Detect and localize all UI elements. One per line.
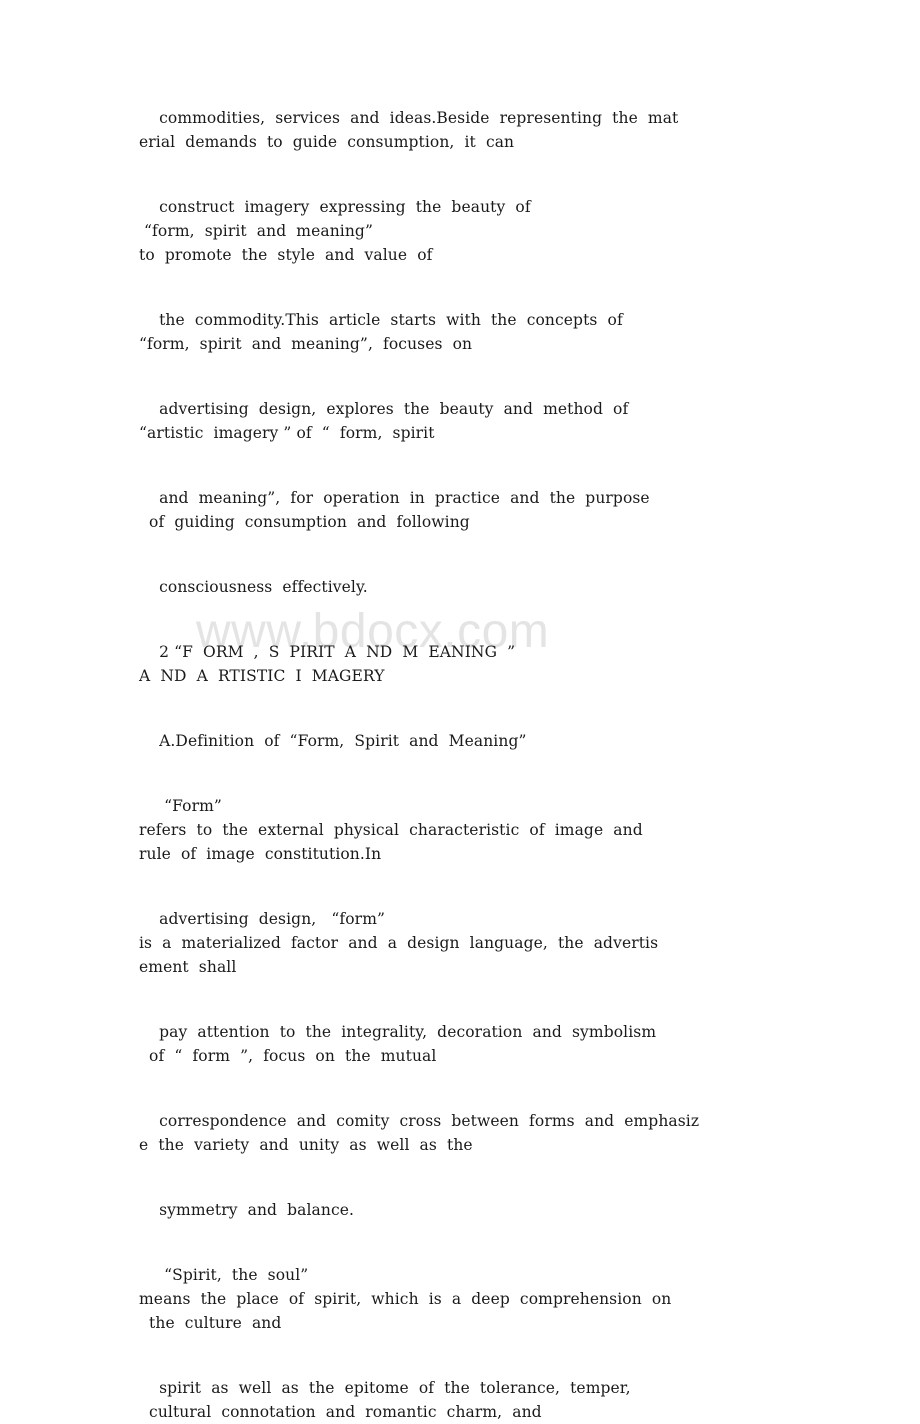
text-line: construct imagery expressing the beauty … <box>139 198 531 216</box>
text-line: the culture and <box>139 1314 282 1332</box>
text-line: of “ form ”, focus on the mutual <box>139 1047 437 1065</box>
text-line: is a materialized factor and a design la… <box>139 934 659 952</box>
text-line: A ND A RTISTIC I MAGERY <box>139 667 385 685</box>
text-line: A.Definition of “Form, Spirit and Meanin… <box>139 732 527 750</box>
para-pay-attention: pay attention to the integrality, decora… <box>139 1020 783 1068</box>
text-line: refers to the external physical characte… <box>139 821 643 839</box>
text-line: pay attention to the integrality, decora… <box>139 1023 657 1041</box>
text-line: and meaning”, for operation in practice … <box>139 489 650 507</box>
para-spirit-soul: “Spirit, the soul” means the place of spi… <box>139 1263 783 1335</box>
text-line: “Spirit, the soul” <box>139 1266 309 1284</box>
text-line: ement shall <box>139 958 237 976</box>
text-line: commodities, services and ideas.Beside r… <box>139 109 679 127</box>
para-and-meaning-operation: and meaning”, for operation in practice … <box>139 486 783 534</box>
document-page: www.bdocx.com commodities, services and … <box>0 0 920 1421</box>
text-line: means the place of spirit, which is a de… <box>139 1290 672 1308</box>
text-line: rule of image constitution.In <box>139 845 382 863</box>
text-line: to promote the style and value of <box>139 246 433 264</box>
text-line: correspondence and comity cross between … <box>139 1112 700 1130</box>
para-advertising-design-explores: advertising design, explores the beauty … <box>139 397 783 445</box>
para-spirit-epitome: spirit as well as the epitome of the tol… <box>139 1376 783 1424</box>
text-line: the commodity.This article starts with t… <box>139 311 623 329</box>
text-line: 2 “F ORM , S PIRIT A ND M EANING ” <box>139 643 516 661</box>
para-form-definition: “Form” refers to the external physical ch… <box>139 794 783 866</box>
para-correspondence: correspondence and comity cross between … <box>139 1109 783 1157</box>
text-line: advertising design, “form” <box>139 910 386 928</box>
text-line: of guiding consumption and following <box>139 513 470 531</box>
para-symmetry: symmetry and balance. <box>139 1198 783 1222</box>
text-line: consciousness effectively. <box>139 578 368 596</box>
text-line: cultural connotation and romantic charm,… <box>139 1403 542 1421</box>
para-commodities: commodities, services and ideas.Beside r… <box>139 106 783 154</box>
para-consciousness: consciousness effectively. <box>139 575 783 599</box>
text-line: “artistic imagery ” of “ form, spirit <box>139 424 435 442</box>
text-line: advertising design, explores the beauty … <box>139 400 629 418</box>
document-body: commodities, services and ideas.Beside r… <box>139 106 783 1424</box>
text-line: spirit as well as the epitome of the tol… <box>139 1379 631 1397</box>
text-line: symmetry and balance. <box>139 1201 355 1219</box>
text-line: “form, spirit and meaning” <box>139 222 373 240</box>
para-the-commodity: the commodity.This article starts with t… <box>139 308 783 356</box>
para-advertising-design-form: advertising design, “form” is a materiali… <box>139 907 783 979</box>
para-construct-imagery: construct imagery expressing the beauty … <box>139 195 783 267</box>
heading-a-definition: A.Definition of “Form, Spirit and Meanin… <box>139 729 783 753</box>
text-line: e the variety and unity as well as the <box>139 1136 473 1154</box>
text-line: “form, spirit and meaning”, focuses on <box>139 335 473 353</box>
heading-form-spirit-meaning: 2 “F ORM , S PIRIT A ND M EANING ” A ND A… <box>139 640 783 688</box>
text-line: erial demands to guide consumption, it c… <box>139 133 515 151</box>
text-line: “Form” <box>139 797 222 815</box>
